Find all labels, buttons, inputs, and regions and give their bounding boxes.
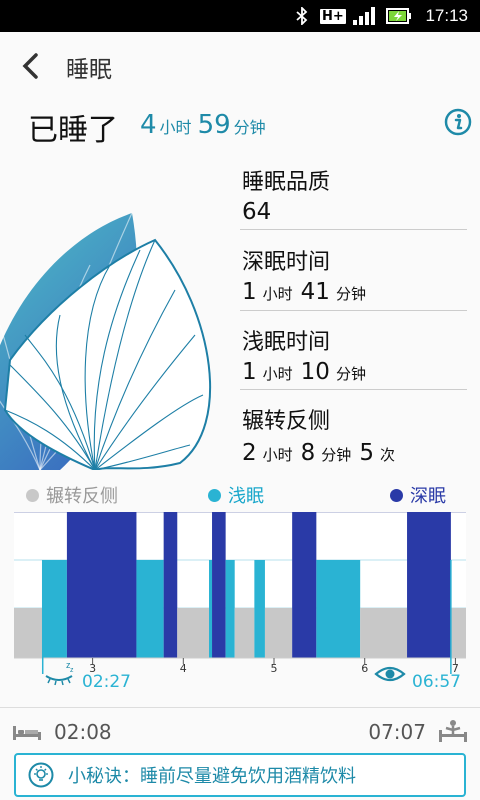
page-title: 睡眠	[66, 57, 112, 83]
info-icon	[444, 108, 472, 136]
minutes-unit: 分钟	[335, 285, 366, 303]
minutes-unit: 分钟	[321, 446, 352, 464]
stage-bar-deep	[66, 512, 137, 658]
stage-bar-toss	[177, 608, 210, 658]
get-up-icon	[439, 720, 467, 742]
stage-bar-deep	[292, 512, 317, 658]
legend-toss-label: 辗转反侧	[46, 486, 118, 507]
stage-bar-deep	[163, 512, 178, 658]
battery-charging-icon	[386, 0, 412, 32]
bulb-icon	[28, 762, 54, 788]
wake-up-time: 06:57	[412, 672, 461, 692]
stage-bar-toss	[234, 608, 255, 658]
stage-bar-light	[316, 560, 361, 658]
rise-time-value: 07:07	[368, 720, 426, 744]
stage-bar-toss	[360, 608, 408, 658]
stage-bar-light	[209, 560, 213, 658]
sleep-quality-label: 睡眠品质	[242, 170, 331, 195]
light-hours: 1	[242, 359, 257, 385]
divider	[0, 707, 480, 708]
divider	[240, 310, 467, 311]
tip-banner[interactable]: 小秘诀：睡前尽量避免饮用酒精饮料	[14, 753, 466, 797]
legend-deep: 深眠	[390, 482, 446, 508]
toss-minutes: 8	[300, 440, 316, 466]
light-sleep-value: 1 小时 10 分钟	[242, 359, 374, 385]
deep-hours: 1	[242, 279, 257, 305]
stage-bar-toss	[450, 608, 466, 658]
bluetooth-icon	[296, 0, 308, 32]
legend-dot-deep	[390, 488, 403, 502]
signal-icon	[352, 0, 376, 32]
stage-bar-deep	[407, 512, 451, 658]
bed-time-value: 02:08	[54, 720, 112, 744]
chevron-left-icon	[22, 53, 38, 79]
hours-unit: 小时	[262, 446, 293, 464]
legend-light: 浅眠	[208, 482, 264, 508]
stage-bar-deep	[212, 512, 226, 658]
legend-dot-toss	[26, 488, 39, 502]
legend-dot-light	[208, 488, 221, 502]
hours-unit: 小时	[159, 118, 192, 137]
status-bar: H+ 17:13	[0, 0, 480, 32]
total-minutes: 59	[197, 110, 231, 140]
deep-minutes: 41	[300, 279, 330, 305]
legend-light-label: 浅眠	[228, 486, 264, 507]
stage-bar-light	[254, 560, 265, 658]
toss-turn-label: 辗转反侧	[242, 409, 331, 434]
x-tick-label: 5	[271, 662, 278, 675]
x-tick-label: 6	[361, 662, 368, 675]
deep-sleep-label: 深眠时间	[242, 250, 331, 275]
leaf-illustration	[0, 205, 216, 472]
total-hours: 4	[140, 110, 157, 140]
stage-bar-light	[42, 560, 67, 658]
quality-score: 64	[242, 199, 272, 225]
minutes-unit: 分钟	[335, 365, 366, 383]
tip-text: 小秘诀：睡前尽量避免饮用酒精饮料	[68, 766, 356, 787]
x-tick-label: 4	[180, 662, 187, 675]
deep-sleep-value: 1 小时 41 分钟	[242, 279, 374, 305]
sleep-stage-chart[interactable]: 34567 z z 02:27 06:57	[14, 511, 466, 707]
sleep-quality-value: 64	[242, 199, 271, 225]
toss-count: 5	[359, 440, 374, 466]
info-button[interactable]	[444, 108, 472, 136]
light-minutes: 10	[300, 359, 330, 385]
toss-turn-value: 2 小时 8 分钟 5 次	[242, 440, 403, 466]
back-button[interactable]	[20, 48, 54, 84]
status-time: 17:13	[425, 6, 468, 25]
network-type-icon: H+	[320, 8, 346, 24]
fall-asleep-time: 02:27	[82, 672, 131, 692]
fall-asleep-icon: z z	[45, 660, 74, 686]
svg-text:z: z	[70, 667, 74, 674]
wake-up-icon	[374, 666, 406, 682]
stage-bar-light	[225, 560, 235, 658]
divider	[240, 389, 467, 390]
minutes-unit: 分钟	[233, 118, 266, 137]
bed-time: 02:08	[12, 720, 112, 744]
stage-bar-toss	[14, 608, 43, 658]
hours-unit: 小时	[262, 285, 293, 303]
light-sleep-label: 浅眠时间	[242, 330, 331, 355]
legend-toss: 辗转反侧	[26, 482, 118, 508]
slept-label: 已睡了	[28, 113, 118, 148]
count-unit: 次	[379, 446, 395, 464]
toss-hours: 2	[242, 440, 257, 466]
divider	[240, 229, 467, 230]
total-sleep-duration: 4 小时 59 分钟	[140, 110, 272, 140]
rise-time: 07:07	[368, 720, 468, 744]
bed-icon	[13, 726, 41, 740]
stage-bar-light	[136, 560, 164, 658]
stage-bar-toss	[264, 608, 293, 658]
legend-deep-label: 深眠	[410, 486, 446, 507]
sleep-stage-chart-svg: 34567 z z 02:27 06:57	[14, 511, 466, 692]
hours-unit: 小时	[262, 365, 293, 383]
